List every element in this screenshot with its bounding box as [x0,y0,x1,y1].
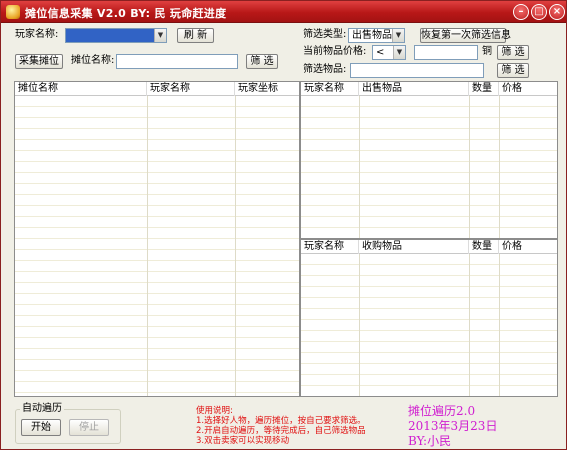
column-header[interactable]: 价格 [499,82,557,96]
sell-list-rows[interactable] [301,96,557,238]
chevron-down-icon[interactable]: ▼ [154,29,166,42]
column-header[interactable]: 摊位名称 [15,82,147,96]
main-window: 摊位信息采集 V2.0 BY: 民 玩命赶进度 – □ × 玩家名称: ▼ 刷 … [0,0,567,450]
column-divider [235,96,236,396]
stall-name-label: 摊位名称: [71,55,115,66]
refresh-button[interactable]: 刷 新 [177,28,214,43]
column-header[interactable]: 数量 [469,82,499,96]
app-icon [6,5,20,19]
filter-type-label: 筛选类型: [303,29,347,40]
auto-traverse-title: 自动遍历 [20,403,64,415]
filter-item-input[interactable] [350,63,484,78]
price-operator-value: < [376,47,385,58]
usage-line: 1.选择好人物，遍历摊位，按自己要求筛选。 [196,416,366,426]
chevron-down-icon[interactable]: ▼ [393,46,405,59]
price-unit: 铜 [482,46,492,57]
column-header[interactable]: 玩家名称 [301,240,359,254]
usage-line: 2.开启自动遍历，等待完成后，自己筛选物品 [196,426,366,436]
credit-date: 2013年3月23日 [408,419,498,433]
usage-heading: 使用说明: [196,406,233,416]
credit-version: 摊位遍历2.0 [408,404,476,418]
buy-list-rows[interactable] [301,254,557,396]
stall-list[interactable]: 摊位名称 玩家名称 玩家坐标 [14,81,300,397]
maximize-button[interactable]: □ [531,4,547,20]
item-filter-button[interactable]: 筛 选 [497,63,529,78]
sell-list[interactable]: 玩家名称 出售物品 数量 价格 [300,81,558,239]
close-button[interactable]: × [549,4,565,20]
column-header[interactable]: 收购物品 [359,240,469,254]
column-header[interactable]: 价格 [499,240,557,254]
sell-list-header: 玩家名称 出售物品 数量 价格 [301,82,557,96]
chevron-down-icon[interactable]: ▼ [392,29,404,42]
column-divider [499,96,500,238]
column-header[interactable]: 出售物品 [359,82,469,96]
stall-filter-button[interactable]: 筛 选 [246,54,278,69]
column-header[interactable]: 玩家名称 [147,82,235,96]
title-bar[interactable]: 摊位信息采集 V2.0 BY: 民 玩命赶进度 – □ × [1,1,566,23]
price-filter-button[interactable]: 筛 选 [497,45,529,60]
filter-type-value: 出售物品 [352,30,392,41]
usage-notes: 使用说明: 1.选择好人物，遍历摊位，按自己要求筛选。 2.开启自动遍历，等待完… [196,406,366,446]
buy-list[interactable]: 玩家名称 收购物品 数量 价格 [300,239,558,397]
stall-name-input[interactable] [116,54,238,69]
column-divider [469,254,470,396]
column-divider [359,254,360,396]
column-header[interactable]: 玩家坐标 [235,82,299,96]
usage-line: 3.双击卖家可以实现移动 [196,436,290,446]
buy-list-header: 玩家名称 收购物品 数量 价格 [301,240,557,254]
start-button[interactable]: 开始 [21,419,61,436]
window-title: 摊位信息采集 V2.0 BY: 民 玩命赶进度 [25,7,227,20]
minimize-button[interactable]: – [513,4,529,20]
stall-list-header: 摊位名称 玩家名称 玩家坐标 [15,82,299,96]
player-name-combo[interactable]: ▼ [65,28,167,43]
column-divider [147,96,148,396]
price-operator-combo[interactable]: < ▼ [372,45,406,60]
player-name-label: 玩家名称: [15,29,59,40]
restore-first-filter-button[interactable]: 恢复第一次筛选信息 [420,28,511,43]
column-divider [359,96,360,238]
filter-type-combo[interactable]: 出售物品 ▼ [348,28,405,43]
column-divider [499,254,500,396]
stall-list-rows[interactable] [15,96,299,396]
price-input[interactable] [414,45,478,60]
column-header[interactable]: 玩家名称 [301,82,359,96]
column-header[interactable]: 数量 [469,240,499,254]
filter-item-label: 筛选物品: [303,64,347,75]
collect-stalls-button[interactable]: 采集摊位 [15,54,63,69]
price-label: 当前物品价格: [303,46,367,57]
column-divider [469,96,470,238]
stop-button[interactable]: 停止 [69,419,109,436]
credit-author: BY:小民 [408,434,452,448]
